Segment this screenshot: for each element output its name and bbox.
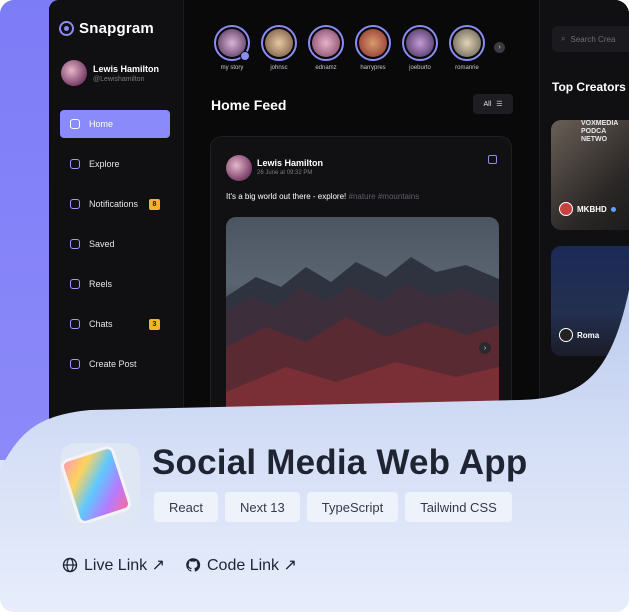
code-link[interactable]: Code Link ↗	[185, 555, 297, 575]
code-link-label: Code Link ↗	[207, 557, 297, 574]
phone-icon	[60, 444, 134, 523]
github-icon	[186, 558, 201, 572]
tech-tag: TypeScript	[306, 492, 399, 522]
app-icon	[60, 443, 140, 523]
globe-icon	[62, 557, 78, 573]
tech-tag: React	[154, 492, 218, 522]
live-link[interactable]: Live Link ↗	[62, 555, 165, 575]
project-links: Live Link ↗ Code Link ↗	[62, 555, 297, 575]
project-title: Social Media Web App	[152, 443, 528, 482]
tech-tags: React Next 13 TypeScript Tailwind CSS	[154, 492, 512, 522]
live-link-label: Live Link ↗	[84, 557, 165, 574]
project-info: Social Media Web App React Next 13 TypeS…	[0, 0, 629, 612]
tech-tag: Tailwind CSS	[405, 492, 512, 522]
project-card: Snapgram Lewis Hamilton @Lewishamilton H…	[0, 0, 629, 612]
tech-tag: Next 13	[224, 492, 300, 522]
